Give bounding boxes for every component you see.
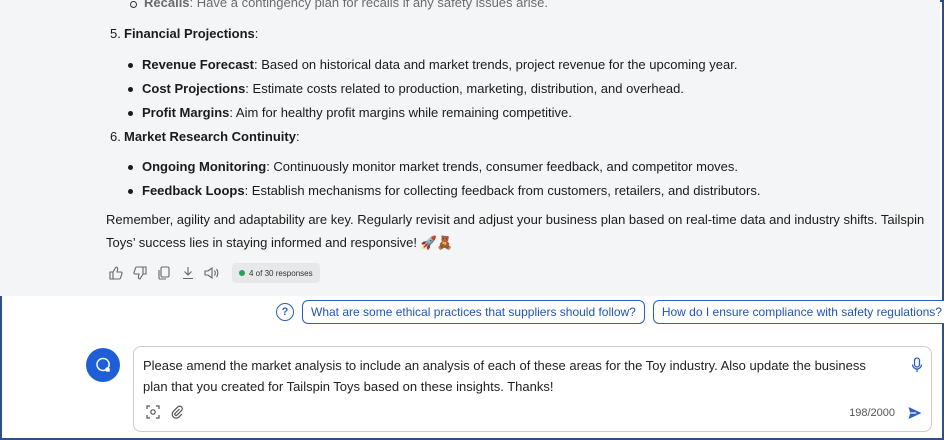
bullet-marker <box>128 111 133 116</box>
list-item: Feedback Loops: Establish mechanisms for… <box>128 183 760 198</box>
suggestion-bar: ? What are some ethical practices that s… <box>276 300 944 324</box>
list-item: Cost Projections: Estimate costs related… <box>128 81 684 96</box>
response-actions: 4 of 30 responses <box>108 262 320 284</box>
character-counter: 198/2000 <box>849 407 895 419</box>
new-topic-button[interactable] <box>86 348 120 382</box>
help-icon[interactable]: ? <box>276 303 294 321</box>
screenshot-icon[interactable] <box>146 405 160 424</box>
copy-icon[interactable] <box>156 265 172 281</box>
status-dot <box>239 270 245 276</box>
download-icon[interactable] <box>180 265 196 281</box>
send-icon[interactable] <box>907 405 923 426</box>
bullet-marker <box>128 63 133 68</box>
message-input[interactable]: Please amend the market analysis to incl… <box>143 355 893 397</box>
bullet-marker <box>128 87 133 92</box>
suggestion-chip[interactable]: How do I ensure compliance with safety r… <box>652 300 944 324</box>
list-item: Profit Margins: Aim for healthy profit m… <box>128 105 572 120</box>
thumbs-up-icon[interactable] <box>108 265 124 281</box>
chat-history: Recalls: Have a contingency plan for rec… <box>0 0 940 296</box>
speaker-icon[interactable] <box>204 265 220 281</box>
thumbs-down-icon[interactable] <box>132 265 148 281</box>
attachment-icon[interactable] <box>170 405 184 424</box>
chat-bubble-icon <box>96 357 111 372</box>
message-composer[interactable]: Please amend the market analysis to incl… <box>133 346 932 432</box>
bullet-marker <box>130 1 137 8</box>
list-item: Revenue Forecast: Based on historical da… <box>128 57 737 72</box>
bullet-marker <box>128 165 133 170</box>
suggestion-chip[interactable]: What are some ethical practices that sup… <box>302 300 645 324</box>
list-item: Ongoing Monitoring: Continuously monitor… <box>128 159 738 174</box>
section-heading: 5. Financial Projections: <box>110 26 259 41</box>
list-item: Recalls: Have a contingency plan for rec… <box>130 0 548 10</box>
closing-paragraph: Remember, agility and adaptability are k… <box>106 212 925 250</box>
response-counter[interactable]: 4 of 30 responses <box>232 263 320 283</box>
section-heading: 6. Market Research Continuity: <box>110 129 300 144</box>
bullet-marker <box>128 189 133 194</box>
microphone-icon[interactable] <box>911 357 923 378</box>
